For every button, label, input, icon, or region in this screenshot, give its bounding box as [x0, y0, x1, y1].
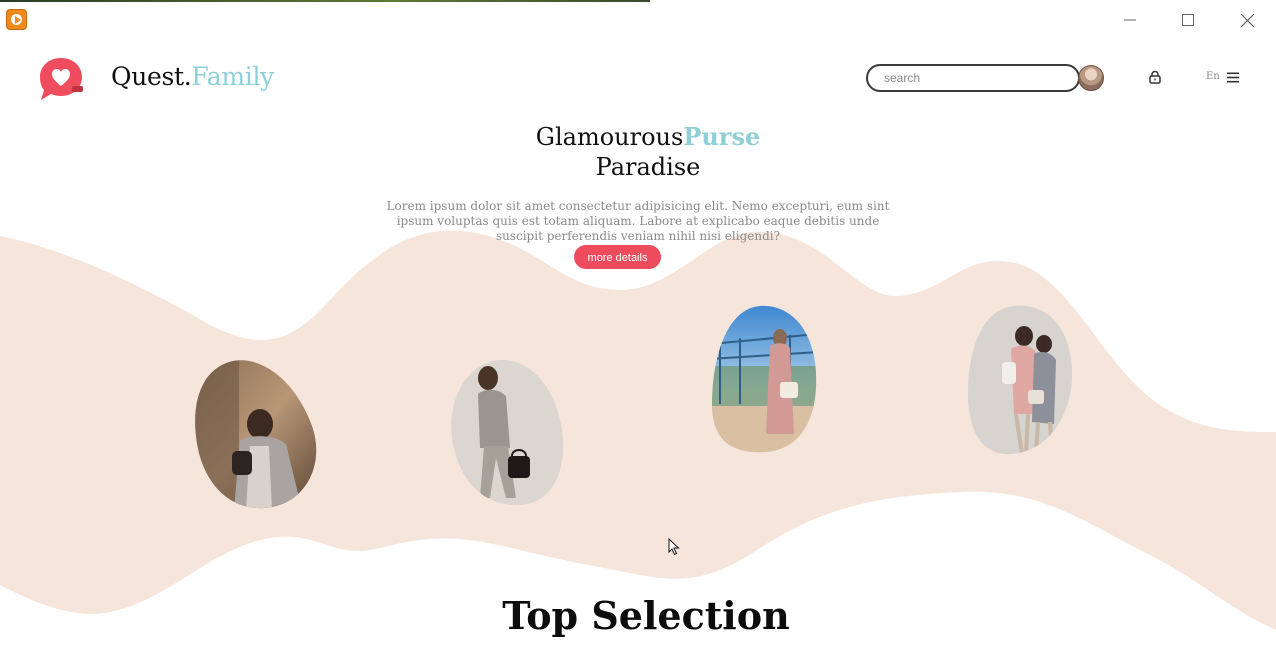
- avatar[interactable]: [1078, 65, 1104, 91]
- window-titlebar: [0, 2, 1276, 38]
- close-icon[interactable]: [1224, 2, 1270, 38]
- maximize-icon[interactable]: [1165, 2, 1211, 38]
- hero-title: GlamourousPurse Paradise: [438, 122, 858, 182]
- more-details-button[interactable]: more details: [574, 245, 661, 269]
- woman-with-purse-photo-3[interactable]: [710, 304, 818, 456]
- hero-title-part1: Glamourous: [535, 123, 684, 151]
- search-input[interactable]: [866, 64, 1080, 92]
- brand-name[interactable]: Quest.Family: [111, 62, 274, 91]
- woman-with-purse-photo-2[interactable]: [450, 358, 564, 506]
- minimize-icon[interactable]: [1107, 2, 1153, 38]
- hero-title-line2: Paradise: [595, 153, 701, 181]
- hamburger-menu-icon[interactable]: [1227, 72, 1239, 83]
- hero-title-accent: Purse: [683, 122, 761, 151]
- brand-accent: Family: [191, 62, 274, 91]
- top-selection-heading: Top Selection: [502, 593, 790, 638]
- hero-description: Lorem ipsum dolor sit amet consectetur a…: [386, 199, 890, 243]
- heart-chat-bubble-icon[interactable]: [38, 55, 86, 103]
- language-selector[interactable]: En: [1206, 71, 1220, 82]
- brand-prefix: Quest.: [111, 62, 192, 91]
- woman-with-purse-photo-1[interactable]: [194, 356, 320, 510]
- lock-icon[interactable]: [1148, 70, 1162, 84]
- media-player-icon[interactable]: [6, 9, 27, 30]
- two-women-with-purse-photo[interactable]: [966, 304, 1074, 456]
- wave-background: [0, 230, 1276, 630]
- mouse-pointer-icon: [668, 538, 680, 556]
- browser-window: Quest.Family En GlamourousPurse Paradise…: [0, 0, 1276, 645]
